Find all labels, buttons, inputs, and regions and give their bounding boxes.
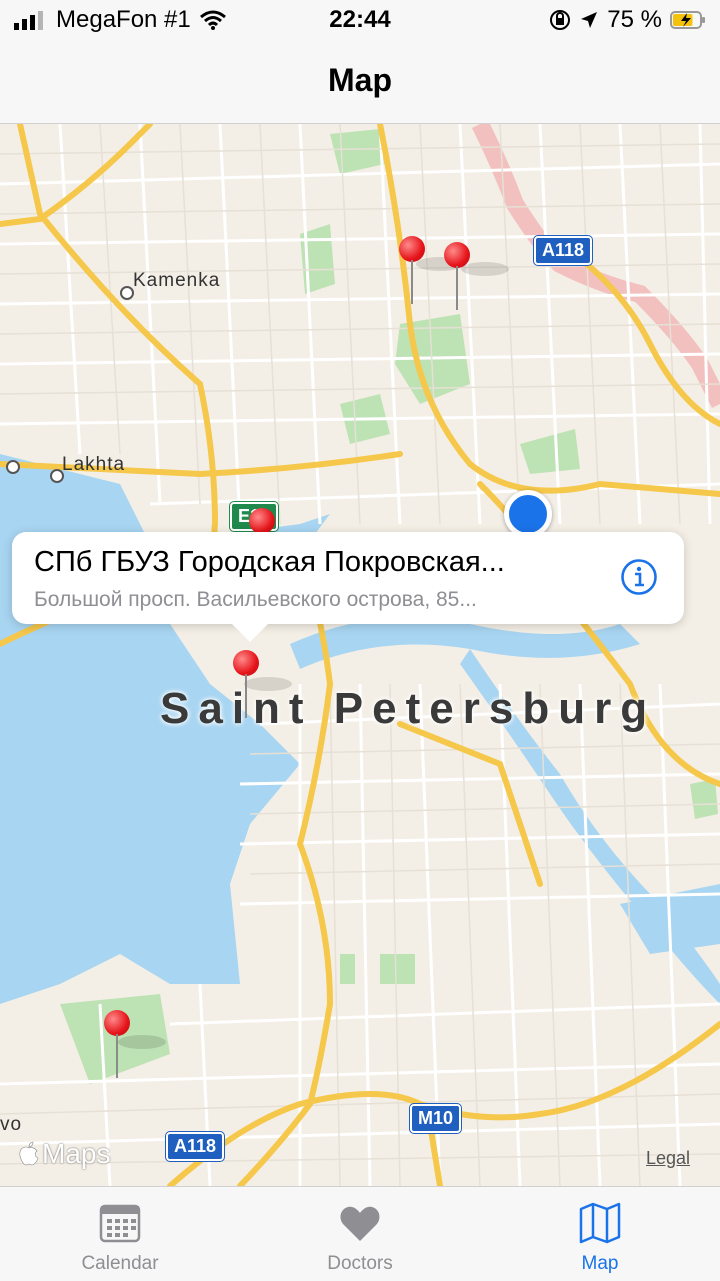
place-label-kamenka: Kamenka xyxy=(133,270,221,291)
road-shield-m10: M10 xyxy=(408,1103,463,1134)
user-location-dot xyxy=(504,490,552,538)
road-shield-a118-top: A118 xyxy=(532,235,594,266)
status-bar: MegaFon #1 22:44 75 % xyxy=(0,0,720,40)
tab-map[interactable]: Map xyxy=(480,1187,720,1281)
orientation-lock-icon xyxy=(550,10,571,30)
info-icon[interactable] xyxy=(620,558,658,596)
tab-bar: Calendar Doctors Map xyxy=(0,1186,720,1280)
map-pin[interactable] xyxy=(233,650,259,720)
page-title: Map xyxy=(328,62,392,98)
map-pin[interactable] xyxy=(104,1010,130,1080)
maps-attribution: Maps xyxy=(18,1138,110,1170)
legal-link[interactable]: Legal xyxy=(646,1148,690,1169)
battery-percent: 75 % xyxy=(607,6,662,33)
location-arrow-icon xyxy=(581,12,598,28)
navigation-bar: Map xyxy=(0,40,720,124)
road-shield-a118-bottom: A118 xyxy=(164,1131,226,1162)
apple-logo-icon xyxy=(19,1141,39,1166)
tab-label-calendar: Calendar xyxy=(81,1253,159,1274)
kamenka-dot xyxy=(120,286,134,300)
tab-calendar[interactable]: Calendar xyxy=(0,1187,240,1281)
battery-charging-icon xyxy=(670,11,705,29)
heart-icon xyxy=(340,1206,380,1241)
tab-label-map: Map xyxy=(581,1253,619,1274)
calendar-icon xyxy=(99,1204,141,1243)
map-view[interactable]: Kamenka Lakhta vo A118 E18 M10 A118 Sain… xyxy=(0,124,720,1186)
map-icon xyxy=(579,1202,621,1244)
tab-label-doctors: Doctors xyxy=(327,1253,393,1274)
place-label-vo: vo xyxy=(0,1114,23,1135)
map-pin[interactable] xyxy=(399,236,425,306)
place-label-lakhta: Lakhta xyxy=(62,454,126,475)
callout-address: Большой просп. Васильевского острова, 85… xyxy=(34,588,477,611)
map-pin[interactable] xyxy=(444,242,470,312)
tab-doctors[interactable]: Doctors xyxy=(240,1187,480,1281)
place-dot-west xyxy=(6,460,20,474)
callout-title: СПб ГБУЗ Городская Покровская... xyxy=(34,546,505,578)
maps-label: Maps xyxy=(42,1138,111,1169)
location-callout[interactable]: СПб ГБУЗ Городская Покровская... Большой… xyxy=(12,532,684,642)
